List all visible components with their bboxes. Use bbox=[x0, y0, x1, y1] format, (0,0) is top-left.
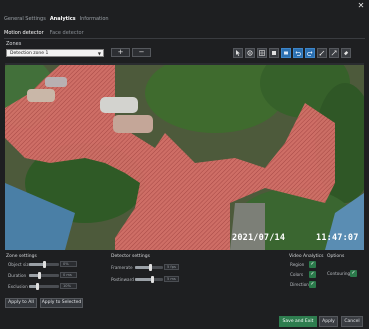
apply-to-all-button[interactable]: Apply to All bbox=[5, 298, 37, 308]
undo-icon[interactable] bbox=[293, 48, 303, 58]
redo-icon[interactable] bbox=[305, 48, 315, 58]
divider bbox=[4, 38, 365, 39]
postinward-slider[interactable] bbox=[135, 278, 163, 281]
duration-label: Duration bbox=[8, 273, 27, 278]
object-size-spinbox[interactable]: 0% bbox=[60, 261, 77, 267]
options-title: Options bbox=[327, 254, 345, 259]
colors-checkbox[interactable]: ✓ bbox=[309, 271, 316, 278]
zone-select[interactable]: Detection zone 1 ▼ bbox=[6, 49, 104, 57]
camera-view[interactable] bbox=[5, 63, 364, 250]
apply-to-selected-button[interactable]: Apply to Selected bbox=[40, 298, 83, 308]
exclusion-label: Exclusion bbox=[8, 284, 28, 289]
timestamp-time: 11:47:07 bbox=[316, 233, 359, 243]
colors-label: Colors bbox=[290, 272, 304, 277]
detector-settings-title: Detector settings bbox=[111, 254, 150, 259]
contouring-checkbox[interactable]: ✓ bbox=[350, 270, 357, 277]
chevron-down-icon: ▼ bbox=[97, 51, 101, 56]
drawing-toolbar bbox=[233, 48, 351, 58]
zone-settings-title: Zone settings bbox=[6, 254, 37, 259]
tab-analytics[interactable]: Analytics bbox=[50, 15, 76, 23]
timestamp-date: 2021/07/14 bbox=[232, 233, 286, 243]
framerate-thumb[interactable] bbox=[149, 264, 152, 271]
tab-general-settings[interactable]: General Settings bbox=[4, 15, 46, 23]
grid-icon[interactable] bbox=[257, 48, 267, 58]
postinward-spinbox[interactable]: 5 ms bbox=[164, 276, 179, 282]
eraser-icon[interactable] bbox=[341, 48, 351, 58]
title-bar: ✕ bbox=[0, 0, 369, 12]
pointer-icon[interactable] bbox=[233, 48, 243, 58]
zone-select-value: Detection zone 1 bbox=[10, 51, 49, 56]
region-label: Region bbox=[290, 262, 305, 267]
object-size-label: Object size bbox=[8, 262, 32, 267]
fill-icon[interactable] bbox=[281, 48, 291, 58]
contouring-label: Contouring bbox=[327, 271, 351, 276]
cancel-button[interactable]: Cancel bbox=[341, 316, 363, 327]
tab-information[interactable]: Information bbox=[80, 15, 109, 23]
close-icon[interactable]: ✕ bbox=[357, 2, 365, 10]
tab-face-detector[interactable]: Face detector bbox=[50, 29, 84, 37]
object-size-thumb[interactable] bbox=[43, 261, 46, 268]
sub-tabs: Motion detector Face detector bbox=[4, 29, 84, 37]
add-zone-button[interactable]: + bbox=[111, 48, 130, 57]
save-and-exit-button[interactable]: Save and Exit bbox=[279, 316, 317, 327]
brush-icon[interactable] bbox=[317, 48, 327, 58]
line-icon[interactable] bbox=[329, 48, 339, 58]
main-tabs: General Settings Analytics Information bbox=[4, 15, 109, 23]
exclusion-thumb[interactable] bbox=[36, 283, 39, 290]
rectangle-icon[interactable] bbox=[269, 48, 279, 58]
apply-button[interactable]: Apply bbox=[319, 316, 338, 327]
direction-label: Direction bbox=[290, 282, 309, 287]
duration-thumb[interactable] bbox=[38, 272, 41, 279]
framerate-spinbox[interactable]: 5 fps bbox=[164, 264, 179, 270]
framerate-label: Framerate bbox=[111, 265, 133, 270]
duration-slider[interactable] bbox=[29, 274, 59, 277]
camera-frame bbox=[5, 63, 364, 250]
postinward-label: Postinward bbox=[111, 277, 134, 282]
postinward-thumb[interactable] bbox=[151, 276, 154, 283]
tab-motion-detector[interactable]: Motion detector bbox=[4, 29, 44, 37]
select-icon[interactable] bbox=[245, 48, 255, 58]
exclusion-spinbox[interactable]: 10% bbox=[60, 283, 77, 289]
remove-zone-button[interactable]: − bbox=[132, 48, 151, 57]
region-checkbox[interactable]: ✓ bbox=[309, 261, 316, 268]
duration-spinbox[interactable]: 0 ms bbox=[60, 272, 77, 278]
zones-label: Zones bbox=[6, 41, 22, 47]
exclusion-slider[interactable] bbox=[29, 285, 59, 288]
direction-checkbox[interactable]: ✓ bbox=[309, 281, 316, 288]
video-analytics-title: Video Analytics bbox=[289, 254, 324, 259]
